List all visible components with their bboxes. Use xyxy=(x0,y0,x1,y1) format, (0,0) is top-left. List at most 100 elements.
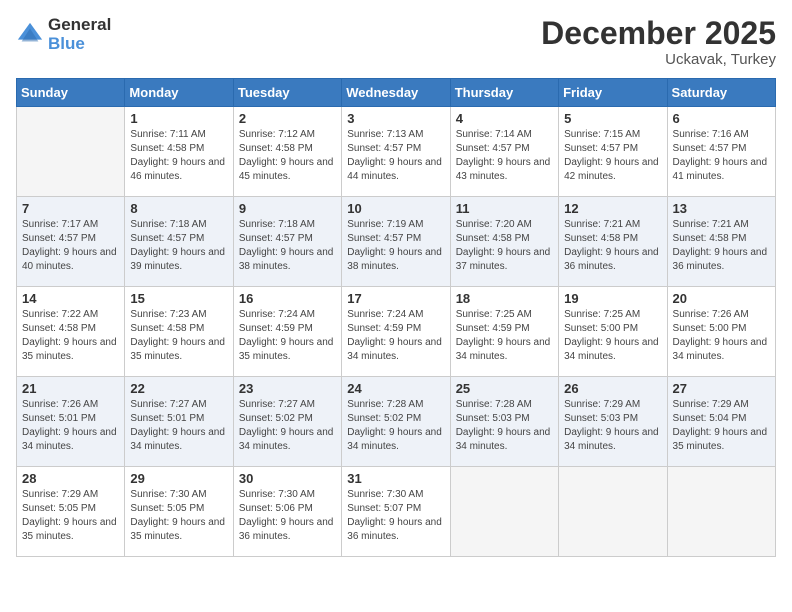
day-number: 28 xyxy=(22,471,119,486)
day-info: Sunrise: 7:21 AMSunset: 4:58 PMDaylight:… xyxy=(673,218,770,274)
day-number: 15 xyxy=(130,291,227,306)
day-number: 12 xyxy=(564,201,661,216)
day-info: Sunrise: 7:12 AMSunset: 4:58 PMDaylight:… xyxy=(239,128,336,184)
calendar-cell: 3 Sunrise: 7:13 AMSunset: 4:57 PMDaylight… xyxy=(342,107,450,197)
calendar-cell: 21 Sunrise: 7:26 AMSunset: 5:01 PMDayligh… xyxy=(17,377,125,467)
day-info: Sunrise: 7:26 AMSunset: 5:01 PMDaylight:… xyxy=(22,398,119,454)
calendar-cell xyxy=(450,467,558,557)
header-friday: Friday xyxy=(559,79,667,107)
day-number: 20 xyxy=(673,291,770,306)
day-info: Sunrise: 7:25 AMSunset: 5:00 PMDaylight:… xyxy=(564,308,661,364)
day-number: 14 xyxy=(22,291,119,306)
calendar-cell: 20 Sunrise: 7:26 AMSunset: 5:00 PMDayligh… xyxy=(667,287,775,377)
day-info: Sunrise: 7:21 AMSunset: 4:58 PMDaylight:… xyxy=(564,218,661,274)
calendar-cell: 18 Sunrise: 7:25 AMSunset: 4:59 PMDayligh… xyxy=(450,287,558,377)
calendar-cell: 16 Sunrise: 7:24 AMSunset: 4:59 PMDayligh… xyxy=(233,287,341,377)
calendar-cell xyxy=(667,467,775,557)
day-info: Sunrise: 7:27 AMSunset: 5:01 PMDaylight:… xyxy=(130,398,227,454)
calendar-cell: 14 Sunrise: 7:22 AMSunset: 4:58 PMDayligh… xyxy=(17,287,125,377)
day-info: Sunrise: 7:11 AMSunset: 4:58 PMDaylight:… xyxy=(130,128,227,184)
day-number: 8 xyxy=(130,201,227,216)
day-info: Sunrise: 7:28 AMSunset: 5:03 PMDaylight:… xyxy=(456,398,553,454)
calendar-cell: 29 Sunrise: 7:30 AMSunset: 5:05 PMDayligh… xyxy=(125,467,233,557)
day-info: Sunrise: 7:14 AMSunset: 4:57 PMDaylight:… xyxy=(456,128,553,184)
calendar-cell: 10 Sunrise: 7:19 AMSunset: 4:57 PMDayligh… xyxy=(342,197,450,287)
day-info: Sunrise: 7:19 AMSunset: 4:57 PMDaylight:… xyxy=(347,218,444,274)
calendar-week-row: 28 Sunrise: 7:29 AMSunset: 5:05 PMDayligh… xyxy=(17,467,776,557)
day-number: 2 xyxy=(239,111,336,126)
header-wednesday: Wednesday xyxy=(342,79,450,107)
calendar-cell: 30 Sunrise: 7:30 AMSunset: 5:06 PMDayligh… xyxy=(233,467,341,557)
day-number: 17 xyxy=(347,291,444,306)
logo-blue: Blue xyxy=(48,35,111,54)
calendar-cell: 11 Sunrise: 7:20 AMSunset: 4:58 PMDayligh… xyxy=(450,197,558,287)
day-info: Sunrise: 7:24 AMSunset: 4:59 PMDaylight:… xyxy=(239,308,336,364)
day-number: 31 xyxy=(347,471,444,486)
calendar-cell: 4 Sunrise: 7:14 AMSunset: 4:57 PMDaylight… xyxy=(450,107,558,197)
day-number: 23 xyxy=(239,381,336,396)
day-info: Sunrise: 7:18 AMSunset: 4:57 PMDaylight:… xyxy=(239,218,336,274)
day-info: Sunrise: 7:16 AMSunset: 4:57 PMDaylight:… xyxy=(673,128,770,184)
calendar-header-row: SundayMondayTuesdayWednesdayThursdayFrid… xyxy=(17,79,776,107)
page-header: General Blue December 2025 Uckavak, Turk… xyxy=(16,16,776,68)
day-info: Sunrise: 7:29 AMSunset: 5:03 PMDaylight:… xyxy=(564,398,661,454)
day-number: 25 xyxy=(456,381,553,396)
calendar-week-row: 14 Sunrise: 7:22 AMSunset: 4:58 PMDayligh… xyxy=(17,287,776,377)
calendar-cell xyxy=(17,107,125,197)
day-info: Sunrise: 7:18 AMSunset: 4:57 PMDaylight:… xyxy=(130,218,227,274)
calendar-cell: 5Sunrise: 7:15 AMSunset: 4:57 PMDaylight… xyxy=(559,107,667,197)
calendar-cell: 17 Sunrise: 7:24 AMSunset: 4:59 PMDayligh… xyxy=(342,287,450,377)
month-year-title: December 2025 xyxy=(541,16,776,51)
calendar-cell: 24Sunrise: 7:28 AMSunset: 5:02 PMDayligh… xyxy=(342,377,450,467)
calendar-cell xyxy=(559,467,667,557)
day-info: Sunrise: 7:28 AMSunset: 5:02 PMDaylight:… xyxy=(347,398,444,454)
calendar-cell: 13 Sunrise: 7:21 AMSunset: 4:58 PMDayligh… xyxy=(667,197,775,287)
day-number: 11 xyxy=(456,201,553,216)
day-info: Sunrise: 7:24 AMSunset: 4:59 PMDaylight:… xyxy=(347,308,444,364)
calendar-table: SundayMondayTuesdayWednesdayThursdayFrid… xyxy=(16,78,776,557)
day-info: Sunrise: 7:23 AMSunset: 4:58 PMDaylight:… xyxy=(130,308,227,364)
calendar-cell: 22 Sunrise: 7:27 AMSunset: 5:01 PMDayligh… xyxy=(125,377,233,467)
header-sunday: Sunday xyxy=(17,79,125,107)
day-info: Sunrise: 7:22 AMSunset: 4:58 PMDaylight:… xyxy=(22,308,119,364)
header-thursday: Thursday xyxy=(450,79,558,107)
calendar-cell: 19 Sunrise: 7:25 AMSunset: 5:00 PMDayligh… xyxy=(559,287,667,377)
day-number: 13 xyxy=(673,201,770,216)
header-saturday: Saturday xyxy=(667,79,775,107)
calendar-cell: 1Sunrise: 7:11 AMSunset: 4:58 PMDaylight… xyxy=(125,107,233,197)
day-number: 18 xyxy=(456,291,553,306)
logo: General Blue xyxy=(16,16,111,53)
day-number: 4 xyxy=(456,111,553,126)
day-info: Sunrise: 7:30 AMSunset: 5:05 PMDaylight:… xyxy=(130,488,227,544)
calendar-cell: 28 Sunrise: 7:29 AMSunset: 5:05 PMDayligh… xyxy=(17,467,125,557)
day-number: 19 xyxy=(564,291,661,306)
day-number: 6 xyxy=(673,111,770,126)
day-number: 3 xyxy=(347,111,444,126)
calendar-cell: 8 Sunrise: 7:18 AMSunset: 4:57 PMDaylight… xyxy=(125,197,233,287)
day-number: 30 xyxy=(239,471,336,486)
calendar-cell: 15 Sunrise: 7:23 AMSunset: 4:58 PMDayligh… xyxy=(125,287,233,377)
day-number: 21 xyxy=(22,381,119,396)
day-info: Sunrise: 7:29 AMSunset: 5:05 PMDaylight:… xyxy=(22,488,119,544)
location-subtitle: Uckavak, Turkey xyxy=(541,51,776,68)
day-info: Sunrise: 7:15 AMSunset: 4:57 PMDaylight:… xyxy=(564,128,661,184)
day-number: 9 xyxy=(239,201,336,216)
day-info: Sunrise: 7:25 AMSunset: 4:59 PMDaylight:… xyxy=(456,308,553,364)
calendar-week-row: 1Sunrise: 7:11 AMSunset: 4:58 PMDaylight… xyxy=(17,107,776,197)
day-info: Sunrise: 7:13 AMSunset: 4:57 PMDaylight:… xyxy=(347,128,444,184)
day-number: 29 xyxy=(130,471,227,486)
day-info: Sunrise: 7:20 AMSunset: 4:58 PMDaylight:… xyxy=(456,218,553,274)
day-number: 10 xyxy=(347,201,444,216)
day-info: Sunrise: 7:27 AMSunset: 5:02 PMDaylight:… xyxy=(239,398,336,454)
day-info: Sunrise: 7:29 AMSunset: 5:04 PMDaylight:… xyxy=(673,398,770,454)
day-info: Sunrise: 7:30 AMSunset: 5:06 PMDaylight:… xyxy=(239,488,336,544)
calendar-cell: 7Sunrise: 7:17 AMSunset: 4:57 PMDaylight… xyxy=(17,197,125,287)
day-info: Sunrise: 7:26 AMSunset: 5:00 PMDaylight:… xyxy=(673,308,770,364)
logo-general: General xyxy=(48,16,111,35)
calendar-cell: 12 Sunrise: 7:21 AMSunset: 4:58 PMDayligh… xyxy=(559,197,667,287)
header-tuesday: Tuesday xyxy=(233,79,341,107)
day-number: 16 xyxy=(239,291,336,306)
calendar-cell: 26Sunrise: 7:29 AMSunset: 5:03 PMDayligh… xyxy=(559,377,667,467)
day-number: 22 xyxy=(130,381,227,396)
day-info: Sunrise: 7:17 AMSunset: 4:57 PMDaylight:… xyxy=(22,218,119,274)
